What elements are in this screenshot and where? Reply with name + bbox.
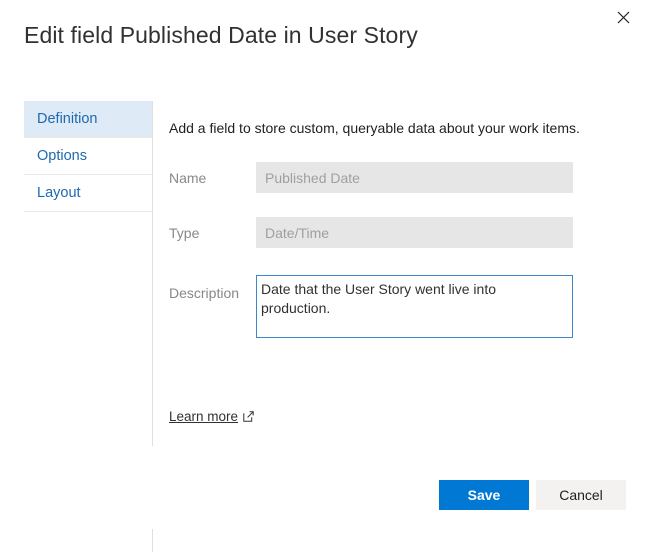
type-label: Type bbox=[169, 225, 200, 241]
dialog-footer: Save Cancel bbox=[0, 480, 626, 510]
field-row-description: Description bbox=[169, 275, 624, 338]
rail-divider-stub bbox=[152, 529, 153, 552]
dialog-body: Definition Options Layout Add a field to… bbox=[0, 100, 648, 552]
name-input[interactable] bbox=[256, 162, 573, 193]
field-row-name: Name bbox=[169, 162, 624, 193]
tab-layout[interactable]: Layout bbox=[24, 175, 152, 212]
field-row-type: Type bbox=[169, 217, 624, 248]
external-link-icon bbox=[243, 411, 254, 422]
tab-rail: Definition Options Layout bbox=[24, 101, 153, 446]
edit-field-dialog: Edit field Published Date in User Story … bbox=[0, 0, 648, 552]
description-textarea[interactable] bbox=[256, 275, 573, 338]
tab-layout-label: Layout bbox=[37, 185, 81, 201]
learn-more-label: Learn more bbox=[169, 409, 239, 424]
save-button[interactable]: Save bbox=[439, 480, 529, 510]
learn-more-link[interactable]: Learn more bbox=[169, 409, 254, 424]
tab-definition[interactable]: Definition bbox=[24, 101, 152, 138]
name-label: Name bbox=[169, 170, 207, 186]
tab-definition-label: Definition bbox=[37, 111, 98, 127]
page-title: Edit field Published Date in User Story bbox=[24, 22, 418, 48]
cancel-button[interactable]: Cancel bbox=[536, 480, 626, 510]
tab-options-label: Options bbox=[37, 148, 87, 164]
close-icon[interactable] bbox=[610, 4, 636, 30]
type-input[interactable] bbox=[256, 217, 573, 248]
tab-options[interactable]: Options bbox=[24, 138, 152, 175]
panel-intro-text: Add a field to store custom, queryable d… bbox=[169, 120, 580, 136]
definition-panel: Add a field to store custom, queryable d… bbox=[169, 100, 624, 426]
description-label: Description bbox=[169, 285, 240, 301]
